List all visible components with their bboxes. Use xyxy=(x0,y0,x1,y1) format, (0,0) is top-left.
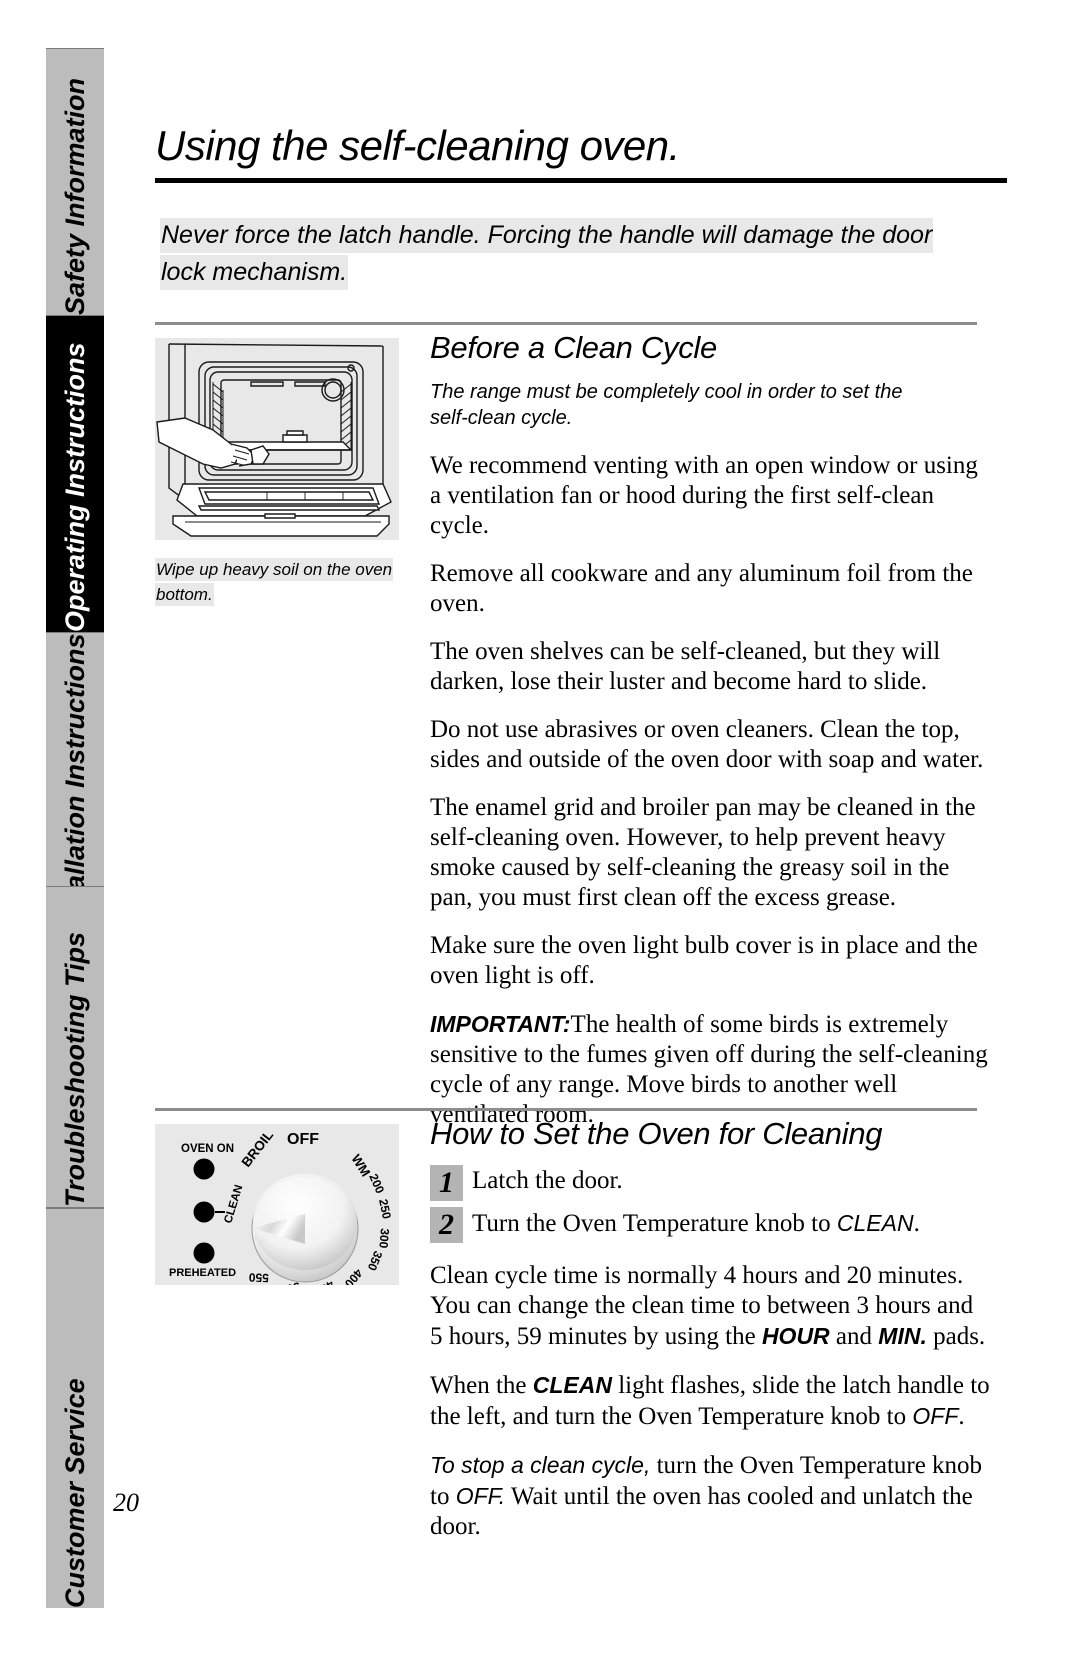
before-clean-cycle-section: Before a Clean Cycle The range must be c… xyxy=(430,330,990,1148)
page-content: Using the self-cleaning oven. Never forc… xyxy=(155,0,1007,1669)
label-oven-on: OVEN ON xyxy=(181,1143,234,1155)
paragraph-light-bulb: Make sure the oven light bulb cover is i… xyxy=(430,932,978,989)
dial-label-200: 200 xyxy=(366,1172,387,1196)
cl-off: OFF xyxy=(912,1403,959,1429)
cl-clean: CLEAN xyxy=(532,1372,612,1398)
sc-label: To stop a clean cycle, xyxy=(430,1452,651,1478)
oven-diagram-svg xyxy=(156,343,392,537)
lead-line-1: The range must be completely cool in ord… xyxy=(430,381,903,403)
sidebar-item-customer-service[interactable]: Customer Service xyxy=(46,1208,104,1608)
paragraph-remove-cookware: Remove all cookware and any aluminum foi… xyxy=(430,560,973,617)
step-2-emphasis: CLEAN xyxy=(836,1210,914,1236)
step-1-text: Latch the door. xyxy=(472,1167,623,1194)
section-heading-before-clean-cycle: Before a Clean Cycle xyxy=(430,330,717,365)
knob-body xyxy=(251,1174,359,1283)
warning-line-1: Never force the latch handle. Forcing th… xyxy=(160,218,934,253)
lamp-preheated xyxy=(193,1242,215,1264)
sidebar-item-troubleshooting-tips[interactable]: Troubleshooting Tips xyxy=(46,886,104,1208)
knob-diagram-svg: OVEN ON CLEAN PREHEATED OFF BROIL WM 200 xyxy=(169,1128,394,1285)
oven-temperature-knob-illustration: OVEN ON CLEAN PREHEATED OFF BROIL WM 200 xyxy=(155,1124,399,1285)
dial-label-300: 300 xyxy=(376,1228,392,1249)
step-2-badge: 2 xyxy=(430,1207,463,1243)
lamp-clean xyxy=(193,1201,215,1223)
section-divider-middle xyxy=(155,1108,977,1111)
label-preheated: PREHEATED xyxy=(169,1267,236,1279)
sidebar-item-label: Operating Instructions xyxy=(60,342,90,632)
step-2-text-after: . xyxy=(913,1210,920,1237)
sc-off: OFF. xyxy=(455,1483,506,1509)
title-divider xyxy=(155,178,1007,183)
dial-label-400: 400 xyxy=(342,1266,366,1285)
how-to-set-oven-section: How to Set the Oven for Cleaning 1 Latch… xyxy=(430,1116,990,1560)
ccl-hour: HOUR xyxy=(761,1323,830,1349)
cl-a: When the xyxy=(430,1372,533,1399)
ccl-min: MIN. xyxy=(878,1323,927,1349)
sidebar-tabs: Safety Information Operating Instruction… xyxy=(46,48,104,1608)
ccl-c: pads. xyxy=(926,1323,986,1350)
step-2-text: Turn the Oven Temperature knob to CLEAN. xyxy=(472,1207,920,1239)
sidebar-item-operating-instructions[interactable]: Operating Instructions xyxy=(46,316,104,632)
page-title: Using the self-cleaning oven. xyxy=(155,122,680,169)
sidebar-item-label: Safety Information xyxy=(60,77,90,315)
lead-line-2: self-clean cycle. xyxy=(430,407,573,429)
step-1-badge: 1 xyxy=(430,1165,463,1201)
page-number: 20 xyxy=(113,1488,139,1517)
paragraph-important-birds: IMPORTANT:The health of some birds is ex… xyxy=(430,1009,990,1130)
step-1: 1 Latch the door. xyxy=(430,1165,990,1201)
dial-label-broil: BROIL xyxy=(239,1128,277,1170)
step-1-number: 1 xyxy=(439,1166,454,1199)
ccl-b: and xyxy=(829,1323,879,1350)
cl-c: . xyxy=(958,1403,965,1430)
dial-label-off: OFF xyxy=(287,1131,319,1148)
oven-illustration-caption: Wipe up heavy soil on the oven bottom. xyxy=(155,558,399,608)
warning-callout: Never force the latch handle. Forcing th… xyxy=(160,218,944,292)
label-clean: CLEAN xyxy=(222,1183,245,1224)
step-2: 2 Turn the Oven Temperature knob to CLEA… xyxy=(430,1207,990,1243)
sidebar-item-label: Troubleshooting Tips xyxy=(60,932,90,1207)
section-divider-top xyxy=(155,322,977,325)
section-lead-paragraph: The range must be completely cool in ord… xyxy=(430,379,990,431)
paragraph-clean-light: When the CLEAN light flashes, slide the … xyxy=(430,1370,990,1432)
caption-line-2: bottom. xyxy=(155,583,214,606)
paragraph-oven-shelves: The oven shelves can be self-cleaned, bu… xyxy=(430,638,941,695)
step-2-number: 2 xyxy=(439,1208,454,1241)
dial-label-350: 350 xyxy=(365,1249,386,1273)
dial-label-550: 550 xyxy=(248,1270,269,1285)
paragraph-stop-clean-cycle: To stop a clean cycle, turn the Oven Tem… xyxy=(430,1450,990,1542)
section-heading-how-to-set: How to Set the Oven for Cleaning xyxy=(430,1116,883,1151)
paragraph-venting: We recommend venting with an open window… xyxy=(430,452,978,539)
sidebar-item-safety-information[interactable]: Safety Information xyxy=(46,48,104,316)
paragraph-no-abrasives: Do not use abrasives or oven cleaners. C… xyxy=(430,716,984,773)
lamp-oven-on xyxy=(193,1158,215,1180)
sc-b: Wait until the oven has cooled and unlat… xyxy=(430,1483,973,1540)
sidebar-item-label: Customer Service xyxy=(60,1378,90,1608)
step-2-text-before: Turn the Oven Temperature knob to xyxy=(472,1210,837,1237)
paragraph-clean-cycle-time: Clean cycle time is normally 4 hours and… xyxy=(430,1261,990,1352)
dial-label-250: 250 xyxy=(376,1198,394,1221)
warning-line-2: lock mechanism. xyxy=(160,255,349,290)
caption-line-1: Wipe up heavy soil on the oven xyxy=(155,558,394,581)
paragraph-enamel-grid: The enamel grid and broiler pan may be c… xyxy=(430,794,976,911)
oven-wipe-illustration xyxy=(155,338,399,540)
important-label: IMPORTANT: xyxy=(430,1011,571,1037)
